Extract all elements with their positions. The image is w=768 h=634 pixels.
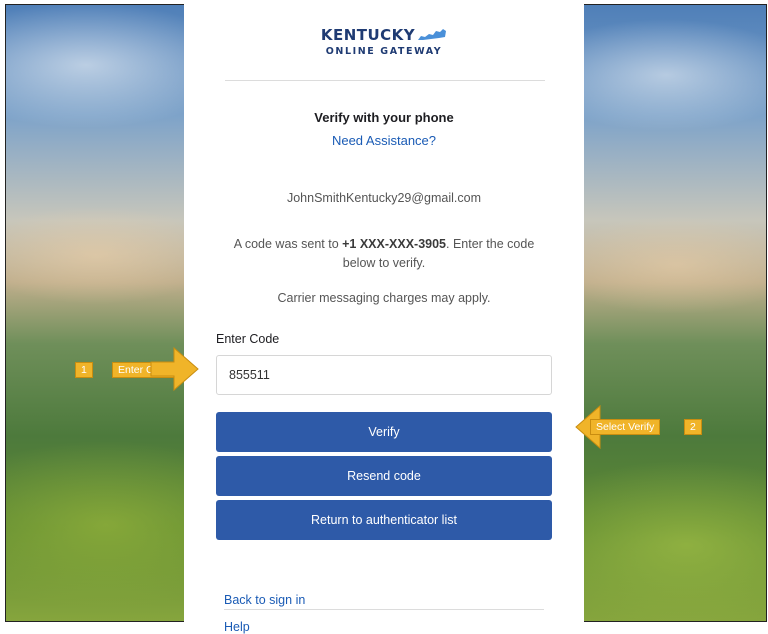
enter-code-label: Enter Code — [216, 332, 280, 346]
need-assistance-link[interactable]: Need Assistance? — [184, 133, 584, 148]
footer-divider — [224, 609, 544, 610]
page-title: Verify with your phone — [314, 110, 454, 125]
enter-code-input[interactable] — [216, 355, 552, 395]
return-to-authenticator-list-button[interactable]: Return to authenticator list — [216, 500, 552, 540]
help-link[interactable]: Help — [224, 620, 250, 634]
step-1-badge: 1 — [75, 362, 93, 378]
verify-card: KENTUCKY ONLINE GATEWAY Verify with your… — [184, 4, 584, 634]
code-sent-message: A code was sent to +1 XXX-XXX-3905. Ente… — [224, 235, 544, 273]
step-1-arrow-icon — [150, 346, 199, 392]
step-2-label: Select Verify — [590, 419, 661, 435]
kentucky-state-shape-icon — [418, 29, 447, 40]
logo-line2: ONLINE GATEWAY — [325, 46, 443, 57]
resend-code-button[interactable]: Resend code — [216, 456, 552, 496]
carrier-charges-note: Carrier messaging charges may apply. — [277, 291, 491, 305]
logo-line1: KENTUCKY — [320, 26, 416, 44]
masked-phone-number: +1 XXX-XXX-3905 — [342, 237, 447, 251]
step-2-badge: 2 — [684, 419, 702, 435]
account-email: JohnSmithKentucky29@gmail.com — [286, 191, 482, 205]
header-divider — [225, 80, 545, 81]
verify-button[interactable]: Verify — [216, 412, 552, 452]
code-sent-prefix: A code was sent to — [233, 237, 343, 251]
kentucky-online-gateway-logo: KENTUCKY ONLINE GATEWAY — [184, 26, 584, 57]
back-to-sign-in-link[interactable]: Back to sign in — [224, 593, 305, 607]
